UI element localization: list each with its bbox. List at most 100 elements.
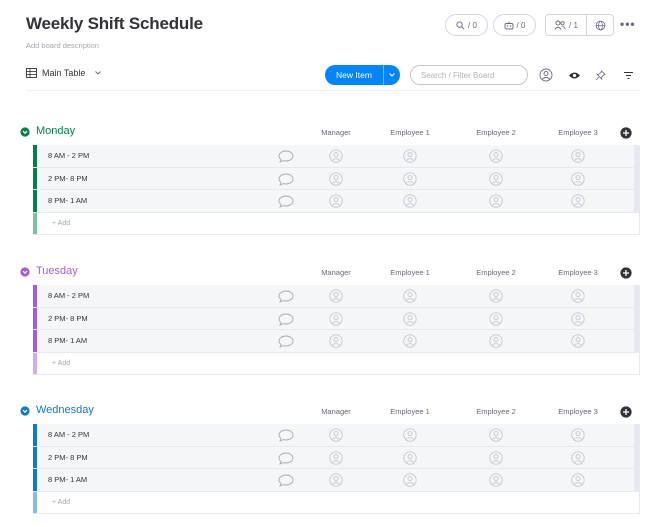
person-cell-icon[interactable]: [571, 171, 585, 191]
row-item-name[interactable]: 8 PM- 1 AM: [48, 196, 87, 205]
add-column-icon[interactable]: [620, 266, 632, 284]
table-row[interactable]: 8 PM- 1 AM: [33, 469, 640, 492]
group-collapse-icon[interactable]: [20, 127, 30, 137]
updates-bubble-icon[interactable]: [278, 335, 294, 353]
column-header[interactable]: Employee 2: [461, 407, 531, 416]
table-row[interactable]: 8 AM - 2 PM: [33, 145, 640, 168]
add-item-row[interactable]: + Add: [33, 352, 640, 375]
row-item-name[interactable]: 8 AM - 2 PM: [48, 151, 89, 160]
share-button[interactable]: [587, 15, 613, 35]
row-item-name[interactable]: 2 PM- 8 PM: [48, 314, 88, 323]
person-cell-icon[interactable]: [489, 311, 503, 331]
updates-bubble-icon[interactable]: [278, 429, 294, 447]
table-row[interactable]: 8 AM - 2 PM: [33, 285, 640, 308]
updates-bubble-icon[interactable]: [278, 173, 294, 191]
person-cell-icon[interactable]: [571, 334, 585, 353]
person-cell-icon[interactable]: [571, 194, 585, 213]
person-cell-icon[interactable]: [489, 428, 503, 447]
column-header[interactable]: Employee 3: [543, 268, 613, 277]
person-cell-icon[interactable]: [403, 428, 417, 447]
new-item-button[interactable]: New Item: [325, 65, 400, 85]
person-cell-icon[interactable]: [571, 149, 585, 168]
person-cell-icon[interactable]: [403, 334, 417, 353]
person-cell-icon[interactable]: [571, 473, 585, 492]
person-cell-icon[interactable]: [329, 428, 343, 447]
more-options-icon[interactable]: •••: [620, 17, 636, 31]
table-row[interactable]: 8 PM- 1 AM: [33, 190, 640, 213]
person-cell-icon[interactable]: [571, 428, 585, 447]
hide-columns-button[interactable]: [566, 67, 582, 83]
person-cell-icon[interactable]: [489, 450, 503, 470]
person-cell-icon[interactable]: [489, 194, 503, 213]
column-header[interactable]: Manager: [301, 407, 371, 416]
row-item-name[interactable]: 8 PM- 1 AM: [48, 475, 87, 484]
person-cell-icon[interactable]: [329, 171, 343, 191]
person-cell-icon[interactable]: [403, 311, 417, 331]
person-cell-icon[interactable]: [329, 334, 343, 353]
table-row[interactable]: 8 PM- 1 AM: [33, 330, 640, 353]
group-collapse-icon[interactable]: [20, 406, 30, 416]
updates-bubble-icon[interactable]: [278, 474, 294, 492]
person-cell-icon[interactable]: [489, 289, 503, 308]
column-header[interactable]: Manager: [301, 268, 371, 277]
person-cell-icon[interactable]: [571, 289, 585, 308]
person-cell-icon[interactable]: [403, 194, 417, 213]
table-row[interactable]: 2 PM- 8 PM: [33, 446, 640, 470]
person-cell-icon[interactable]: [571, 450, 585, 470]
row-item-name[interactable]: 8 PM- 1 AM: [48, 336, 87, 345]
sort-filter-button[interactable]: [620, 67, 636, 83]
person-cell-icon[interactable]: [329, 450, 343, 470]
column-header[interactable]: Employee 2: [461, 128, 531, 137]
new-item-dropdown[interactable]: [383, 65, 400, 85]
person-cell-icon[interactable]: [571, 311, 585, 331]
column-header[interactable]: Manager: [301, 128, 371, 137]
column-header[interactable]: Employee 1: [375, 268, 445, 277]
board-description[interactable]: Add board description: [26, 41, 99, 50]
person-cell-icon[interactable]: [403, 473, 417, 492]
row-item-name[interactable]: 8 AM - 2 PM: [48, 430, 89, 439]
add-column-icon[interactable]: [620, 126, 632, 144]
person-cell-icon[interactable]: [489, 171, 503, 191]
person-cell-icon[interactable]: [403, 450, 417, 470]
pin-button[interactable]: [592, 67, 608, 83]
updates-bubble-icon[interactable]: [278, 195, 294, 213]
person-cell-icon[interactable]: [489, 149, 503, 168]
person-cell-icon[interactable]: [403, 289, 417, 308]
person-cell-icon[interactable]: [329, 311, 343, 331]
column-header[interactable]: Employee 1: [375, 128, 445, 137]
person-cell-icon[interactable]: [329, 289, 343, 308]
add-column-icon[interactable]: [620, 405, 632, 423]
column-header[interactable]: Employee 3: [543, 407, 613, 416]
add-item-row[interactable]: + Add: [33, 212, 640, 235]
group-title[interactable]: Tuesday: [36, 265, 78, 277]
person-cell-icon[interactable]: [329, 194, 343, 213]
search-filter-input[interactable]: [410, 65, 528, 85]
group-title[interactable]: Monday: [36, 125, 75, 137]
person-cell-icon[interactable]: [489, 473, 503, 492]
row-item-name[interactable]: 8 AM - 2 PM: [48, 291, 89, 300]
board-title[interactable]: Weekly Shift Schedule: [26, 14, 203, 34]
group-collapse-icon[interactable]: [20, 267, 30, 277]
add-item-row[interactable]: + Add: [33, 491, 640, 514]
updates-bubble-icon[interactable]: [278, 150, 294, 168]
updates-bubble-icon[interactable]: [278, 290, 294, 308]
activity-button[interactable]: / 0: [445, 14, 488, 36]
table-row[interactable]: 8 AM - 2 PM: [33, 424, 640, 447]
column-header[interactable]: Employee 1: [375, 407, 445, 416]
person-filter-button[interactable]: [538, 67, 554, 83]
person-cell-icon[interactable]: [329, 149, 343, 168]
updates-bubble-icon[interactable]: [278, 452, 294, 470]
row-item-name[interactable]: 2 PM- 8 PM: [48, 174, 88, 183]
person-cell-icon[interactable]: [329, 473, 343, 492]
members-button[interactable]: / 1: [546, 15, 586, 35]
main-table-view-tab[interactable]: Main Table: [26, 68, 102, 78]
integrations-button[interactable]: / 0: [493, 14, 536, 36]
column-header[interactable]: Employee 3: [543, 128, 613, 137]
person-cell-icon[interactable]: [489, 334, 503, 353]
group-title[interactable]: Wednesday: [36, 404, 94, 416]
table-row[interactable]: 2 PM- 8 PM: [33, 167, 640, 191]
column-header[interactable]: Employee 2: [461, 268, 531, 277]
person-cell-icon[interactable]: [403, 149, 417, 168]
table-row[interactable]: 2 PM- 8 PM: [33, 307, 640, 331]
person-cell-icon[interactable]: [403, 171, 417, 191]
